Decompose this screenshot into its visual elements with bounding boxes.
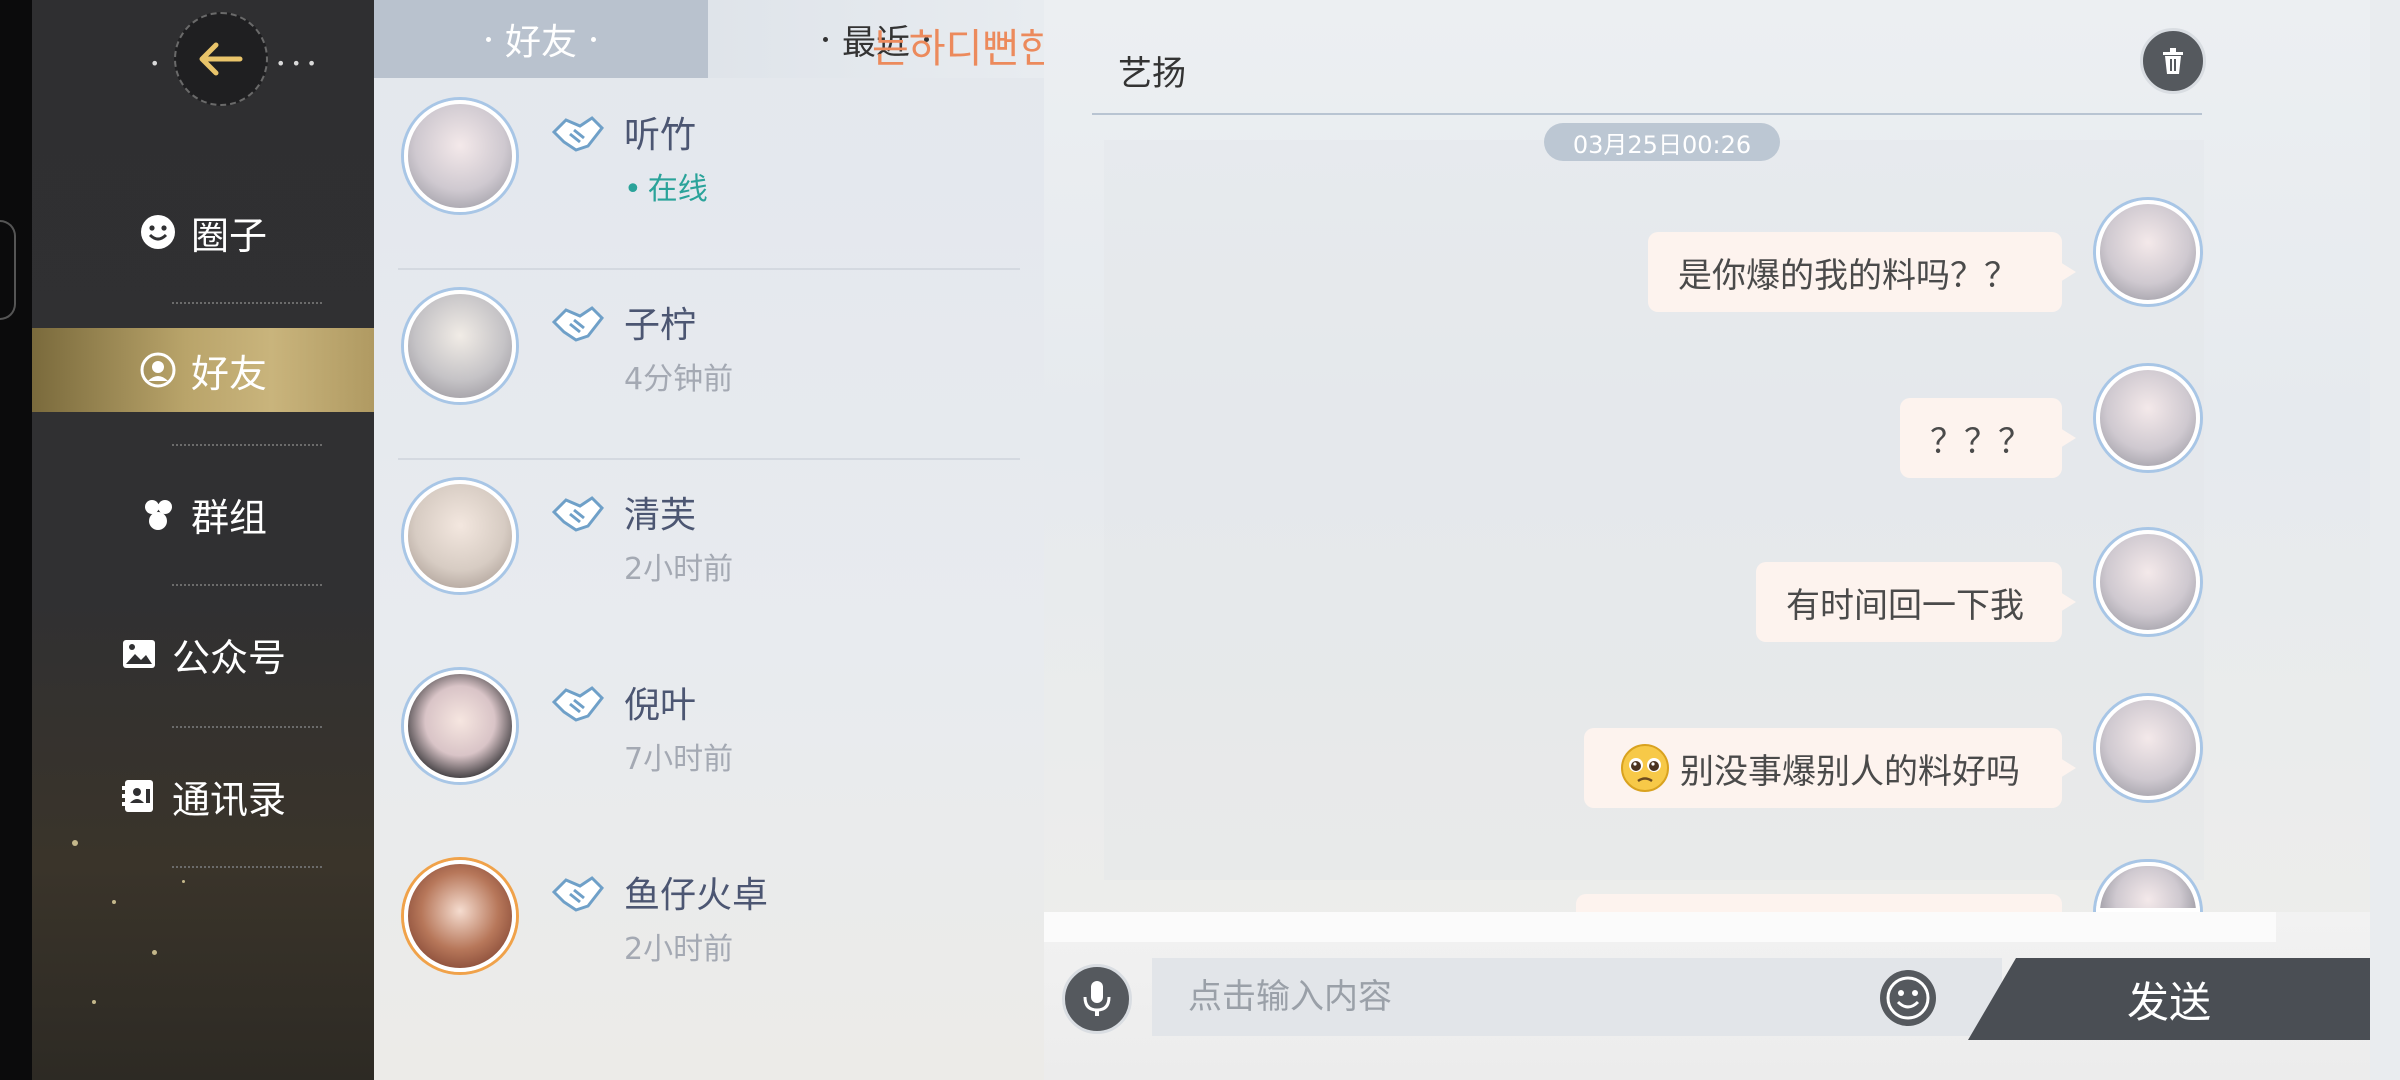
address-book-icon <box>120 777 158 815</box>
chat-message: ？？？ <box>1900 398 2076 478</box>
send-label: 发送 <box>2126 977 2211 1027</box>
handshake-icon <box>551 686 604 722</box>
tab-friends[interactable]: 好友 <box>374 0 708 78</box>
message-text: ？？？ <box>1930 421 2032 462</box>
friend-status: 在线 <box>624 164 708 208</box>
message-text: 别没事爆别人的料好吗 <box>1680 751 2020 792</box>
avatar <box>2096 200 2200 304</box>
sparkle <box>72 840 78 846</box>
nav-item-official-accounts[interactable]: 公众号 <box>32 612 374 696</box>
avatar <box>404 290 516 402</box>
message-text: 是你爆的我的料吗？？ <box>1678 255 2018 296</box>
nav-divider <box>172 302 322 304</box>
clear-chat-button[interactable] <box>2140 28 2206 94</box>
handshake-icon <box>551 876 604 912</box>
input-bar-strip <box>1044 912 2276 942</box>
message-text: 有时间回一下我 <box>1786 585 2024 626</box>
nav-item-contacts[interactable]: 通讯录 <box>32 754 374 838</box>
friend-item[interactable]: 倪叶 7小时前 <box>374 650 1044 840</box>
nav-item-label: 公众号 <box>171 635 286 680</box>
chat-message: 有时间回一下我 <box>1756 562 2076 642</box>
trash-icon <box>2163 48 2183 74</box>
nav-divider <box>172 866 322 868</box>
tab-dot <box>591 36 596 42</box>
back-dots: ••• <box>276 54 323 73</box>
sparkle <box>112 900 116 904</box>
avatar <box>404 670 516 782</box>
emoji-icon <box>1886 976 1930 1020</box>
edge-notch <box>0 220 16 320</box>
group-icon <box>139 495 177 533</box>
screen-edge <box>0 0 32 1080</box>
chat-title: 艺扬 <box>1118 54 1186 94</box>
friend-item[interactable]: 听竹 在线 <box>374 80 1044 270</box>
avatar <box>404 100 516 212</box>
avatar <box>404 860 516 972</box>
message-input[interactable] <box>1152 958 2002 1036</box>
friend-name: 清芙 <box>624 495 697 536</box>
friend-name: 倪叶 <box>624 685 697 726</box>
tab-dot <box>823 36 828 42</box>
nav-item-label: 圈子 <box>190 213 267 258</box>
sparkle <box>92 1000 96 1004</box>
tab-label: 好友 <box>504 22 577 63</box>
friend-item[interactable]: 清芙 2小时前 <box>374 460 1044 650</box>
emoji-button[interactable] <box>1880 970 1936 1026</box>
nav-divider <box>172 444 322 446</box>
chat-timestamp: 03月25日00:26 <box>1544 123 1780 161</box>
nav-divider <box>172 584 322 586</box>
chat-message-partial <box>1576 894 2076 944</box>
nav-item-circle[interactable]: 圈子 <box>32 190 374 274</box>
sparkle <box>182 880 185 883</box>
send-button[interactable]: 发送 <box>1968 958 2370 1040</box>
nav-item-label: 群组 <box>190 495 267 540</box>
nav-item-label: 通讯录 <box>171 777 286 822</box>
chat-title-divider <box>1092 113 2202 115</box>
image-icon <box>120 635 158 673</box>
nav-item-friends[interactable]: 好友 <box>32 328 374 412</box>
sparkle <box>152 950 157 955</box>
chat-message: 别没事爆别人的料好吗 <box>1584 728 2076 808</box>
nav-divider <box>172 726 322 728</box>
avatar <box>404 480 516 592</box>
nav-item-label: 好友 <box>190 351 267 396</box>
tab-dot <box>485 36 491 42</box>
friend-name: 听竹 <box>624 115 697 156</box>
friend-status: 4分钟前 <box>624 362 734 397</box>
avatar <box>2096 366 2200 470</box>
friend-item[interactable]: 子柠 4分钟前 <box>374 270 1044 460</box>
handshake-icon <box>551 306 604 342</box>
avatar <box>2096 530 2200 634</box>
smiley-icon <box>139 213 177 251</box>
friend-face-icon <box>139 351 177 389</box>
pleading-face-icon <box>1621 744 1669 792</box>
back-button[interactable] <box>174 12 268 106</box>
handshake-icon <box>551 496 604 532</box>
voice-button[interactable] <box>1062 964 1132 1034</box>
friend-status: 7小时前 <box>624 742 734 777</box>
friend-name: 鱼仔火卓 <box>624 875 769 916</box>
avatar <box>2096 696 2200 800</box>
friend-item[interactable]: 鱼仔火卓 2小时前 <box>374 840 1044 1030</box>
friend-status: 2小时前 <box>624 932 734 967</box>
friend-status: 2小时前 <box>624 552 734 587</box>
back-dots: • <box>150 54 166 73</box>
microphone-icon <box>1083 981 1111 1016</box>
handshake-icon <box>551 116 604 152</box>
chat-message: 是你爆的我的料吗？？ <box>1648 232 2076 312</box>
friend-name: 子柠 <box>624 305 697 346</box>
back-arrow-icon <box>199 42 243 76</box>
nav-item-groups[interactable]: 群组 <box>32 472 374 556</box>
